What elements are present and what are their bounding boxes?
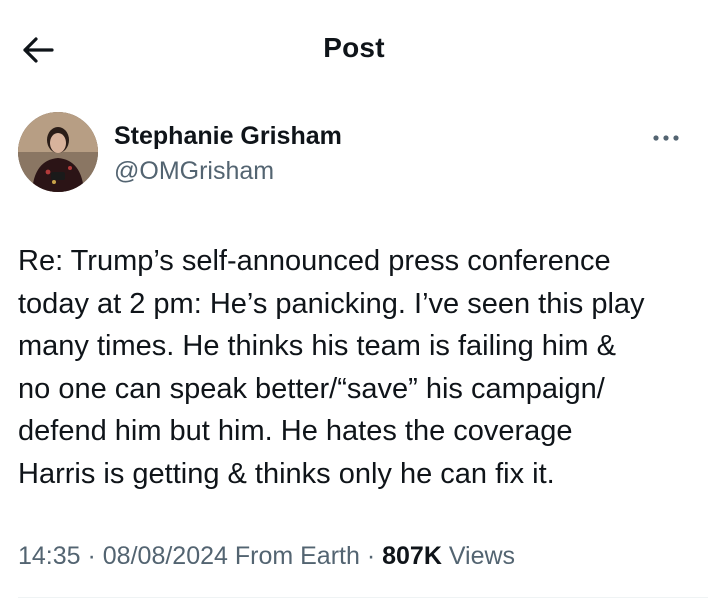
- post-source: From Earth: [227, 542, 360, 570]
- ellipsis-icon: [653, 135, 679, 141]
- post-meta: 14:35 · 08/08/2024 From Earth · 807K Vie…: [18, 542, 515, 571]
- post-date[interactable]: 08/08/2024: [103, 542, 228, 570]
- divider: [18, 597, 708, 598]
- views-label[interactable]: Views: [442, 542, 515, 570]
- meta-separator: ·: [80, 542, 103, 570]
- post-time[interactable]: 14:35: [18, 542, 81, 570]
- meta-separator: ·: [359, 542, 383, 570]
- more-options-button[interactable]: [648, 128, 684, 148]
- page-title: Post: [323, 32, 385, 63]
- author-name[interactable]: Stephanie Grisham: [114, 122, 342, 151]
- author-handle[interactable]: @OMGrisham: [114, 157, 274, 186]
- post-text: Re: Trump’s self-announced press confere…: [18, 245, 645, 490]
- avatar[interactable]: [18, 112, 98, 192]
- avatar-image: [18, 112, 98, 192]
- views-count[interactable]: 807K: [382, 542, 442, 570]
- post-author: Stephanie Grisham @OMGrisham: [18, 112, 688, 198]
- top-bar: Post: [0, 0, 708, 100]
